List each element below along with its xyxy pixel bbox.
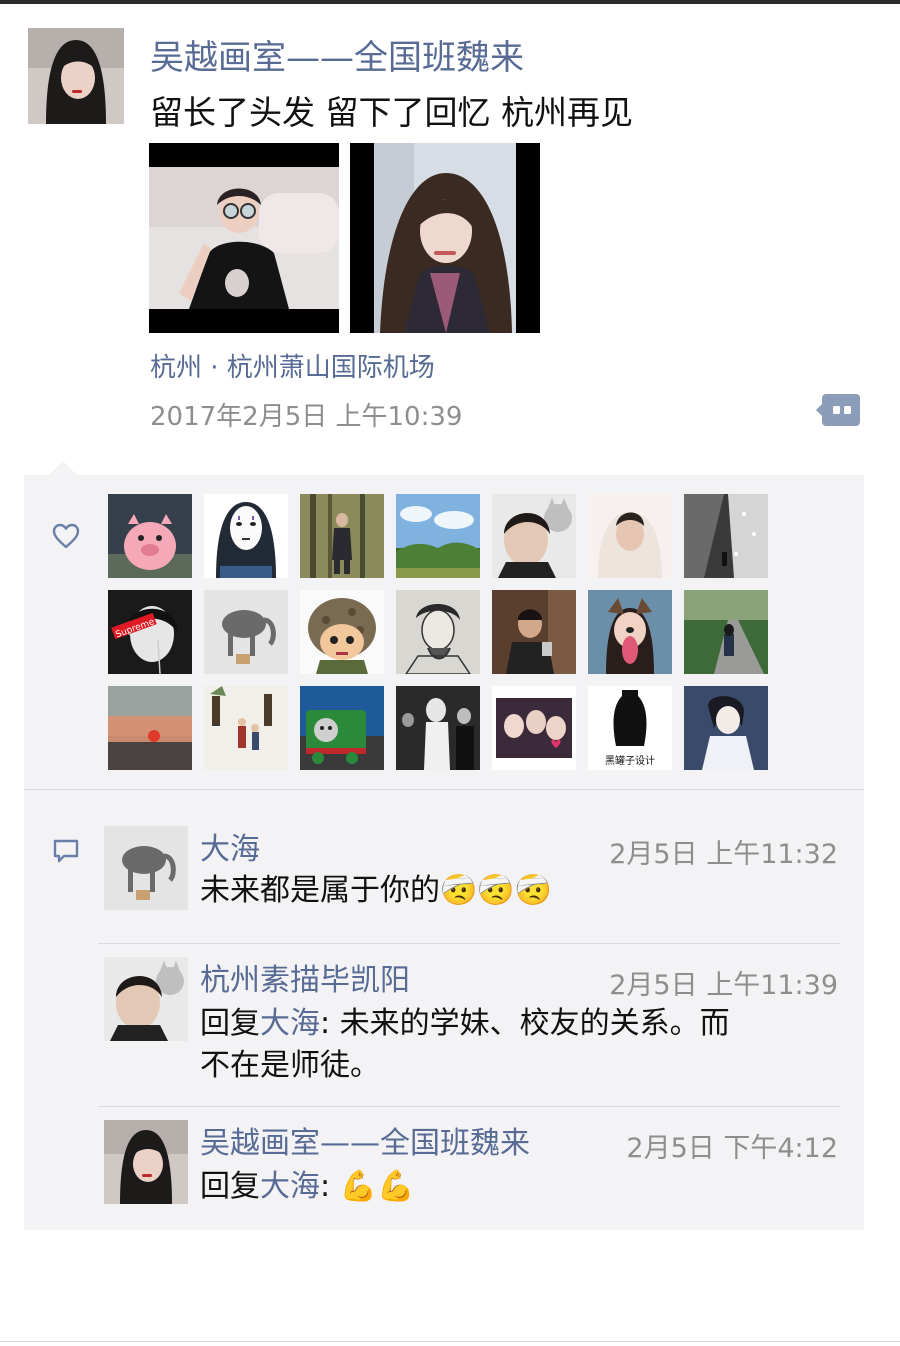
liker-avatar[interactable] <box>300 494 384 578</box>
liker-avatar[interactable] <box>396 686 480 770</box>
emoji-sequence: 💪💪 <box>339 1169 415 1204</box>
elephant-avatar <box>204 590 288 674</box>
comment-text: 回复大海: 💪💪 <box>200 1166 414 1208</box>
comment-text: 未来都是属于你的🤕🤕🤕 <box>200 870 552 912</box>
bottom-border <box>0 1341 900 1342</box>
green-train-avatar <box>300 686 384 770</box>
vase-logo-caption: 黑罐子设计 <box>605 754 655 767</box>
liker-avatar[interactable] <box>396 590 480 674</box>
panel-arrow <box>48 461 78 476</box>
comment-icon <box>52 838 80 864</box>
supreme-avatar: Supreme <box>108 590 192 674</box>
reply-prefix: 回复 <box>200 1006 260 1041</box>
top-border <box>0 0 900 4</box>
comment-time: 2月5日 上午11:39 <box>609 970 838 1001</box>
cartoon-soldier-avatar <box>300 590 384 674</box>
elephant-avatar <box>104 826 188 910</box>
liker-avatar[interactable]: Supreme <box>108 590 192 674</box>
comment-divider <box>98 1106 840 1107</box>
post-timestamp: 2017年2月5日 上午10:39 <box>150 402 463 432</box>
liker-avatar[interactable] <box>204 590 288 674</box>
heart-icon <box>52 523 80 549</box>
illustrated-girl-avatar <box>684 686 768 770</box>
liker-avatar[interactable] <box>108 494 192 578</box>
snow-painting-avatar <box>204 686 288 770</box>
reply-prefix: 回复 <box>200 1169 260 1204</box>
comment-body-line-2: 不在是师徒。 <box>200 1048 380 1083</box>
likes-divider <box>24 789 864 790</box>
liker-avatar[interactable] <box>588 590 672 674</box>
liker-avatar[interactable]: 黑罐子设计 <box>588 686 672 770</box>
liker-avatar[interactable] <box>204 494 288 578</box>
comment-time: 2月5日 下午4:12 <box>626 1133 838 1164</box>
sketch-portrait-avatar <box>396 590 480 674</box>
liker-avatar[interactable] <box>492 494 576 578</box>
commenter-avatar[interactable] <box>104 1120 188 1204</box>
no-face-avatar <box>204 494 288 578</box>
comment-menu-icon <box>816 394 860 426</box>
commenter-avatar[interactable] <box>104 826 188 910</box>
dog-filter-avatar <box>588 590 672 674</box>
comment-body: : <box>320 1169 340 1204</box>
park-path-avatar <box>684 590 768 674</box>
post-location[interactable]: 杭州 · 杭州萧山国际机场 <box>150 347 435 384</box>
author-avatar-image <box>104 1120 188 1204</box>
portrait-towel-avatar <box>588 494 672 578</box>
post-text: 留长了头发 留下了回忆 杭州再见 <box>150 93 633 132</box>
liker-avatar[interactable] <box>684 494 768 578</box>
post-photo-1-image <box>149 143 339 333</box>
post-photo-1[interactable] <box>149 143 339 333</box>
comment-body: 未来都是属于你的 <box>200 873 440 908</box>
liker-avatar[interactable] <box>204 686 288 770</box>
like-comment-button[interactable] <box>816 394 860 426</box>
emoji-sequence: 🤕🤕🤕 <box>440 873 553 908</box>
selfie-with-cat-avatar <box>104 957 188 1041</box>
liker-avatar[interactable] <box>588 494 672 578</box>
sky-trees-avatar <box>396 494 480 578</box>
post-author-name[interactable]: 吴越画室——全国班魏来 <box>150 30 524 79</box>
group-selfie-avatar <box>492 686 576 770</box>
liker-avatar[interactable] <box>300 686 384 770</box>
comment-text: 回复大海: 未来的学妹、校友的关系。而 不在是师徒。 <box>200 1003 820 1087</box>
liker-avatar[interactable] <box>492 590 576 674</box>
vase-logo-avatar: 黑罐子设计 <box>588 686 672 770</box>
post-photo-2[interactable] <box>350 143 540 333</box>
post-photo-2-image <box>350 143 540 333</box>
comment-time: 2月5日 上午11:32 <box>609 839 838 870</box>
liker-avatar[interactable] <box>684 686 768 770</box>
liker-avatar[interactable] <box>396 494 480 578</box>
comment-body-line-1: : 未来的学妹、校友的关系。而 <box>320 1006 730 1041</box>
band-photo-avatar <box>396 686 480 770</box>
selfie-with-cat-avatar <box>492 494 576 578</box>
comment-divider <box>98 943 840 944</box>
commenter-avatar[interactable] <box>104 957 188 1041</box>
pink-pig-avatar <box>108 494 192 578</box>
commenter-name[interactable]: 杭州素描毕凯阳 <box>200 955 410 999</box>
snow-scene-avatar <box>684 494 768 578</box>
liker-avatar[interactable] <box>684 590 768 674</box>
forest-person-avatar <box>300 494 384 578</box>
liker-avatar[interactable] <box>108 686 192 770</box>
liker-avatar[interactable] <box>492 686 576 770</box>
author-avatar[interactable] <box>28 28 124 124</box>
indoor-person-avatar <box>492 590 576 674</box>
reply-target-name[interactable]: 大海 <box>260 1169 320 1204</box>
liker-avatar[interactable] <box>300 590 384 674</box>
commenter-name[interactable]: 吴越画室——全国班魏来 <box>200 1118 530 1162</box>
author-avatar-image <box>28 28 124 124</box>
reply-target-name[interactable]: 大海 <box>260 1006 320 1041</box>
commenter-name[interactable]: 大海 <box>200 824 260 868</box>
sunset-avatar <box>108 686 192 770</box>
